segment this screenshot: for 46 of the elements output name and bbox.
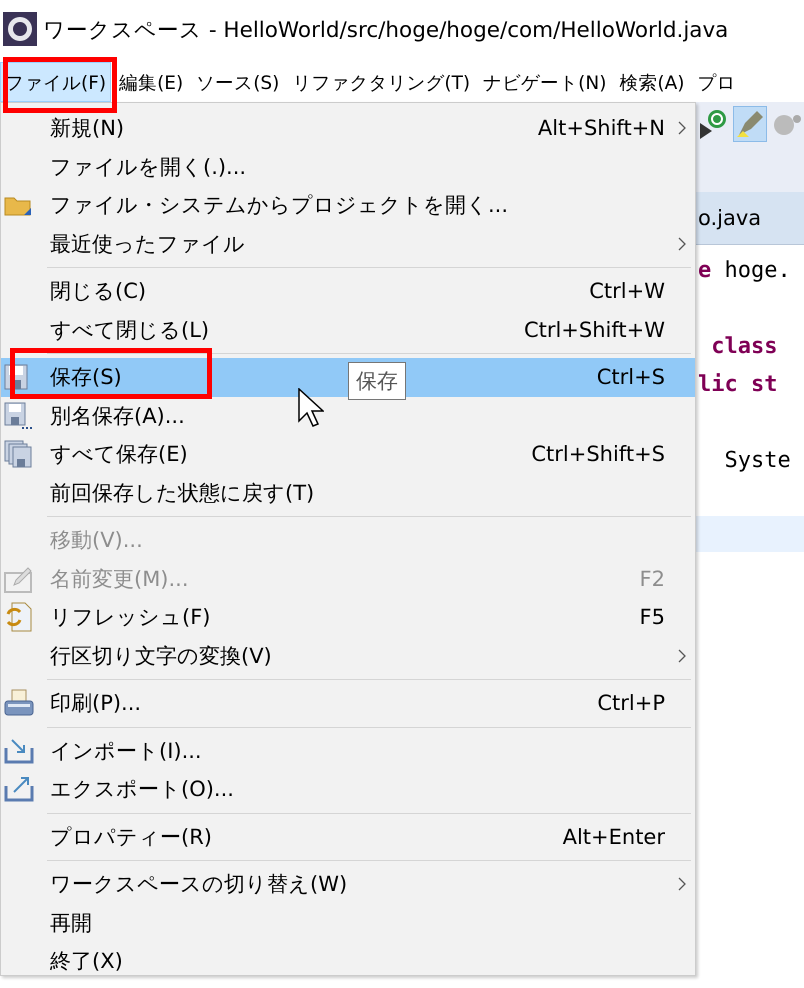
menu-item[interactable]: 閉じる(C) Ctrl+W [1, 272, 695, 310]
menubar-item[interactable]: 検索(A) [614, 62, 690, 102]
editor-tab[interactable]: o.java [698, 206, 762, 230]
highlighter-icon [735, 109, 765, 139]
code-line: e hoge. [698, 257, 792, 285]
run-icon [698, 109, 728, 139]
chevron-right-icon [678, 877, 686, 892]
printer-icon [4, 689, 34, 718]
tooltip: 保存 [348, 362, 406, 400]
code-line: Syste [723, 447, 792, 475]
menubar-item[interactable]: 編集(E) [114, 62, 188, 102]
menu-item[interactable]: すべて保存(E) Ctrl+Shift+S [1, 435, 695, 474]
menubar-item[interactable]: ファイル(F) [0, 62, 112, 102]
menu-item[interactable]: ワークスペースの切り替え(W) [1, 865, 695, 904]
menu-item[interactable]: すべて閉じる(L) Ctrl+Shift+W [1, 310, 695, 349]
menu-item[interactable]: 行区切り文字の変換(V) [1, 636, 695, 675]
menubar-item[interactable]: プロ [692, 62, 741, 102]
pencil-icon [4, 564, 32, 593]
floppy-disks-icon [4, 440, 32, 468]
menu-item[interactable]: インポート(I)... [1, 732, 695, 770]
export-tray-icon [4, 776, 34, 802]
window-title: ワークスペース - HelloWorld/src/hoge/hoge/com/HelloWorld.java [43, 16, 728, 44]
menu-item[interactable]: 新規(N) Alt+Shift+N [1, 109, 695, 148]
menu-item[interactable]: 終了(X) [1, 942, 695, 980]
chevron-right-icon [678, 121, 686, 136]
chevron-right-icon [678, 648, 686, 663]
menu-item[interactable]: エクスポート(O)... [1, 770, 695, 808]
import-tray-icon [4, 738, 34, 764]
menu-item[interactable]: ファイルを開く(.)... [1, 148, 695, 186]
menu-item[interactable]: 最近使ったファイル [1, 224, 695, 263]
menu-item[interactable]: 再開 [1, 904, 695, 942]
floppy-disk-icon [4, 402, 32, 430]
menu-item[interactable]: ファイル・システムからプロジェクトを開く... [1, 186, 695, 224]
chevron-right-icon [678, 236, 686, 251]
code-line: class [710, 333, 778, 361]
menubar-item[interactable]: リファクタリング(T) [287, 62, 476, 102]
code-line: lic st [698, 371, 778, 399]
menu-item[interactable]: 印刷(P)... Ctrl+P [1, 684, 695, 722]
menu-item[interactable]: リフレッシュ(F) F5 [1, 598, 695, 636]
menu-item[interactable]: プロパティー(R) Alt+Enter [1, 818, 695, 856]
refresh-document-icon [4, 602, 32, 632]
menu-item[interactable]: 前回保存した状態に戻す(T) [1, 474, 695, 512]
menubar-item[interactable]: ソース(S) [191, 62, 284, 102]
app-gear-icon [3, 12, 37, 46]
mouse-pointer-icon [298, 388, 324, 428]
menubar-item[interactable]: ナビゲート(N) [478, 62, 612, 102]
